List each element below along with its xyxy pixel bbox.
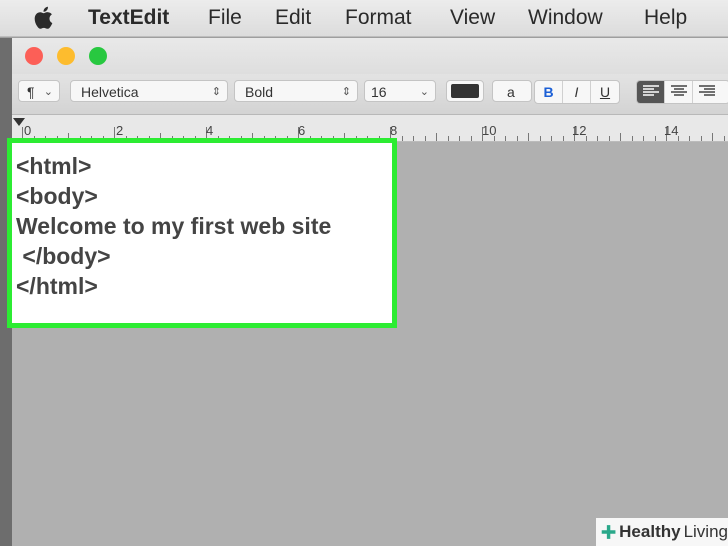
- highlight-color-button[interactable]: a: [492, 80, 532, 102]
- zoom-button[interactable]: [89, 47, 107, 65]
- ruler-tick: [436, 133, 437, 141]
- color-swatch: [451, 84, 479, 98]
- title-bar: [12, 38, 728, 74]
- ruler-tick: [539, 136, 541, 141]
- menu-app-name[interactable]: TextEdit: [88, 5, 169, 31]
- document-area[interactable]: <html> <body> Welcome to my first web si…: [7, 138, 728, 546]
- ruler-tick: [643, 136, 644, 141]
- minimize-button[interactable]: [57, 47, 75, 65]
- ruler-tick: [424, 136, 426, 141]
- italic-button[interactable]: I: [563, 81, 591, 103]
- text-line: </body>: [16, 243, 111, 269]
- ruler-tick: [401, 136, 403, 141]
- ruler-tick: [597, 136, 598, 141]
- format-toolbar: ¶ ⌄ Helvetica ⇕ Bold ⇕ 16 ⌄ a B I U: [12, 74, 728, 115]
- paragraph-label: ¶: [27, 84, 35, 100]
- ruler-label: 4: [206, 123, 214, 138]
- ruler-tick: [528, 133, 529, 141]
- ruler-tick: [516, 136, 518, 141]
- ruler-tick: [459, 136, 460, 141]
- ruler-tick: [700, 136, 702, 141]
- watermark-living: Living: [683, 522, 728, 541]
- document-text-highlighted[interactable]: <html> <body> Welcome to my first web si…: [7, 138, 397, 328]
- updown-icon: ⇕: [211, 86, 221, 98]
- ruler-tick: [631, 136, 633, 141]
- menu-view[interactable]: View: [450, 5, 495, 31]
- ruler-tick: [551, 136, 552, 141]
- paragraph-styles-button[interactable]: ¶ ⌄: [18, 80, 60, 102]
- highlight-label: a: [507, 84, 515, 100]
- ruler-tick: [413, 136, 414, 141]
- ruler-tick: [470, 136, 472, 141]
- menu-edit[interactable]: Edit: [275, 5, 311, 31]
- font-family-select[interactable]: Helvetica ⇕: [70, 80, 228, 102]
- align-center-icon: [670, 85, 687, 96]
- menu-help[interactable]: Help: [644, 5, 687, 31]
- alignment-segment: [636, 80, 728, 104]
- ruler-tick: [562, 136, 564, 141]
- ruler-label: 14: [664, 123, 679, 138]
- align-left-button[interactable]: [637, 81, 665, 103]
- text-line: <html>: [16, 153, 92, 179]
- menu-window[interactable]: Window: [528, 5, 603, 31]
- font-size-combo[interactable]: 16 ⌄: [364, 80, 436, 102]
- ruler-tick: [608, 136, 610, 141]
- chevron-down-icon: ⌄: [419, 86, 429, 98]
- ruler-label: 8: [390, 123, 398, 138]
- ruler-label: 0: [24, 123, 32, 138]
- text-line: Welcome to my first web site: [16, 213, 332, 239]
- ruler-label: 10: [482, 123, 497, 138]
- align-right-icon: [699, 85, 715, 96]
- ruler-tick: [654, 136, 656, 141]
- align-right-button[interactable]: [693, 81, 721, 103]
- watermark-healthy: Healthy: [619, 522, 681, 541]
- font-family-value: Helvetica: [81, 84, 139, 100]
- textedit-window: ¶ ⌄ Helvetica ⇕ Bold ⇕ 16 ⌄ a B I U 0 2 …: [7, 38, 728, 546]
- close-button[interactable]: [25, 47, 43, 65]
- ruler-tick: [689, 136, 690, 141]
- ruler-tick: [447, 136, 449, 141]
- ruler-tick: [620, 133, 621, 141]
- ruler-tick: [723, 136, 725, 141]
- menu-format[interactable]: Format: [345, 5, 412, 31]
- watermark: Healthy Living: [596, 518, 728, 546]
- ruler-tick: [712, 133, 713, 141]
- font-style-value: Bold: [245, 84, 274, 100]
- font-style-select[interactable]: Bold ⇕: [234, 80, 358, 102]
- text-line: <body>: [16, 183, 98, 209]
- ruler-label: 2: [116, 123, 124, 138]
- font-size-value: 16: [371, 84, 387, 100]
- text-color-button[interactable]: [446, 80, 484, 102]
- menu-bar: TextEdit File Edit Format View Window He…: [0, 0, 728, 37]
- ruler-label: 12: [572, 123, 587, 138]
- apple-icon[interactable]: [34, 5, 56, 31]
- text-line: </html>: [16, 273, 98, 299]
- bold-button[interactable]: B: [535, 81, 563, 103]
- align-center-button[interactable]: [665, 81, 693, 103]
- plus-leaf-icon: [601, 525, 616, 539]
- chevron-down-icon: ⌄: [43, 86, 53, 98]
- underline-button[interactable]: U: [591, 81, 619, 103]
- text-style-segment: B I U: [534, 80, 620, 104]
- menu-file[interactable]: File: [208, 5, 242, 31]
- updown-icon: ⇕: [341, 86, 351, 98]
- ruler-label: 6: [298, 123, 306, 138]
- ruler-tick: [505, 136, 506, 141]
- align-left-icon: [642, 85, 659, 96]
